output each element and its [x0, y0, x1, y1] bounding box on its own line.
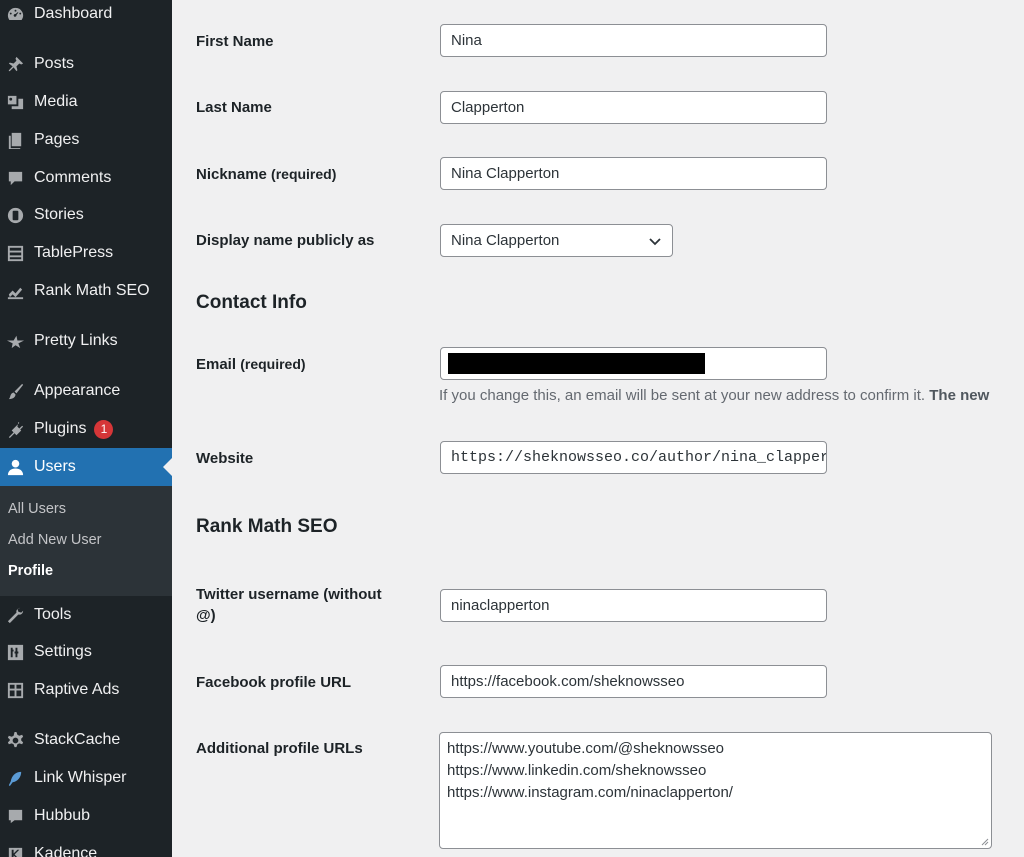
additional-urls-label: Additional profile URLs: [196, 740, 363, 757]
chart-icon: [4, 280, 26, 302]
kadence-icon: [4, 843, 26, 857]
sidebar-item-tools[interactable]: Tools: [0, 596, 172, 634]
users-submenu: All Users Add New User Profile: [0, 486, 172, 596]
sidebar-item-pages[interactable]: Pages: [0, 121, 172, 159]
email-input[interactable]: [440, 347, 827, 380]
sidebar-item-tablepress[interactable]: TablePress: [0, 234, 172, 272]
website-input[interactable]: https://sheknowsseo.co/author/nina_clapp…: [440, 441, 827, 474]
nickname-label: Nickname (required): [196, 166, 337, 183]
star-link-icon: [4, 330, 26, 352]
sidebar-item-kadence[interactable]: Kadence: [0, 835, 172, 857]
website-label: Website: [196, 450, 254, 467]
twitter-input[interactable]: ninaclapperton: [440, 589, 827, 622]
twitter-label: Twitter username (without @): [196, 586, 382, 624]
sidebar-item-dashboard[interactable]: Dashboard: [0, 0, 172, 33]
hubbub-icon: [4, 805, 26, 827]
stories-icon: [4, 204, 26, 226]
sidebar-item-comments[interactable]: Comments: [0, 159, 172, 197]
display-name-label: Display name publicly as: [196, 232, 375, 249]
first-name-label: First Name: [196, 33, 274, 50]
grid-icon: [4, 679, 26, 701]
email-description: If you change this, an email will be sen…: [439, 387, 990, 404]
sidebar-item-media[interactable]: Media: [0, 83, 172, 121]
settings-icon: [4, 641, 26, 663]
admin-sidebar: Dashboard Posts Media Pages Comments Sto…: [0, 0, 172, 857]
display-name-select[interactable]: Nina Clapperton: [440, 224, 673, 257]
sidebar-item-appearance[interactable]: Appearance: [0, 372, 172, 410]
sidebar-item-settings[interactable]: Settings: [0, 633, 172, 671]
resize-handle-icon[interactable]: [979, 836, 989, 846]
facebook-input[interactable]: https://facebook.com/sheknowsseo: [440, 665, 827, 698]
redacted-email: [448, 353, 705, 374]
user-icon: [4, 456, 26, 478]
pushpin-icon: [4, 53, 26, 75]
last-name-input[interactable]: Clapperton: [440, 91, 827, 124]
first-name-input[interactable]: Nina: [440, 24, 827, 57]
submenu-add-new-user[interactable]: Add New User: [8, 532, 101, 548]
sidebar-item-users[interactable]: Users: [0, 448, 172, 486]
table-icon: [4, 242, 26, 264]
email-label: Email (required): [196, 356, 306, 373]
paintbrush-icon: [4, 380, 26, 402]
profile-form: First Name Nina Last Name Clapperton Nic…: [172, 0, 1024, 857]
rank-math-heading: Rank Math SEO: [196, 516, 338, 537]
additional-urls-textarea[interactable]: https://www.youtube.com/@sheknowsseo htt…: [439, 732, 992, 849]
submenu-profile[interactable]: Profile: [8, 563, 53, 579]
plug-icon: [4, 418, 26, 440]
update-count-badge: 1: [94, 419, 114, 439]
wrench-icon: [4, 604, 26, 626]
dashboard-icon: [4, 3, 26, 25]
last-name-label: Last Name: [196, 99, 272, 116]
submenu-all-users[interactable]: All Users: [8, 501, 66, 517]
sidebar-item-raptive-ads[interactable]: Raptive Ads: [0, 671, 172, 709]
sidebar-item-link-whisper[interactable]: Link Whisper: [0, 759, 172, 797]
sidebar-item-rank-math[interactable]: Rank Math SEO: [0, 272, 172, 310]
sidebar-item-stories[interactable]: Stories: [0, 196, 172, 234]
sidebar-item-plugins[interactable]: Plugins 1: [0, 410, 172, 448]
contact-info-heading: Contact Info: [196, 292, 307, 313]
sidebar-item-stackcache[interactable]: StackCache: [0, 721, 172, 759]
comment-icon: [4, 167, 26, 189]
sidebar-item-posts[interactable]: Posts: [0, 45, 172, 83]
sidebar-item-pretty-links[interactable]: Pretty Links: [0, 322, 172, 360]
feather-icon: [4, 767, 26, 789]
chevron-down-icon: [649, 237, 661, 245]
media-icon: [4, 91, 26, 113]
sidebar-item-hubbub[interactable]: Hubbub: [0, 797, 172, 835]
gear-icon: [4, 729, 26, 751]
pages-icon: [4, 129, 26, 151]
nickname-input[interactable]: Nina Clapperton: [440, 157, 827, 190]
facebook-label: Facebook profile URL: [196, 674, 352, 691]
